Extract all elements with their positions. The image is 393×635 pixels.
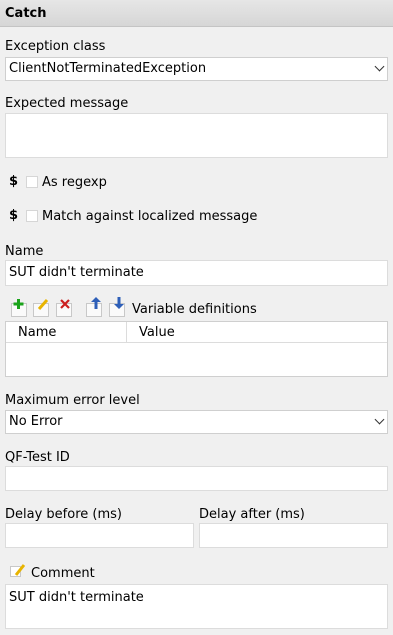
qftest-id-value (6, 473, 9, 488)
edit-icon (37, 299, 49, 310)
add-row-button[interactable] (11, 299, 27, 317)
expected-message-value (6, 120, 9, 135)
column-divider[interactable] (126, 322, 127, 343)
comment-edit-icon[interactable] (10, 563, 26, 579)
qftest-id-field[interactable] (5, 466, 388, 491)
delay-after-value (200, 530, 203, 545)
exception-class-label: Exception class (5, 39, 106, 54)
as-regexp-label: As regexp (42, 175, 107, 190)
table-header: Name Value (6, 322, 387, 343)
delete-row-button[interactable] (56, 299, 72, 317)
move-up-button[interactable] (86, 297, 102, 317)
dollar-icon: $ (9, 208, 19, 223)
delete-icon (60, 299, 70, 309)
comment-value: SUT didn't terminate (9, 590, 144, 605)
exception-class-select[interactable]: ClientNotTerminatedException (5, 57, 388, 81)
as-regexp-checkbox[interactable] (26, 176, 38, 188)
edit-row-button[interactable] (33, 299, 49, 317)
name-value: SUT didn't terminate (9, 265, 144, 280)
match-localized-label: Match against localized message (42, 209, 258, 224)
name-field[interactable]: SUT didn't terminate (5, 260, 388, 286)
dollar-icon: $ (9, 174, 19, 189)
delay-before-value (6, 530, 9, 545)
expected-message-label: Expected message (5, 96, 129, 111)
delay-before-label: Delay before (ms) (5, 507, 122, 522)
variable-definitions-label: Variable definitions (132, 302, 257, 317)
exception-class-value: ClientNotTerminatedException (9, 61, 207, 76)
delay-after-label: Delay after (ms) (199, 507, 305, 522)
chevron-down-icon (374, 414, 385, 425)
delay-before-field[interactable] (5, 523, 194, 548)
column-header-name[interactable]: Name (18, 322, 56, 343)
delay-after-field[interactable] (199, 523, 388, 548)
column-header-value[interactable]: Value (139, 322, 175, 343)
max-error-level-label: Maximum error level (5, 393, 140, 408)
expected-message-field[interactable] (5, 113, 388, 158)
panel-title: Catch (0, 0, 393, 27)
move-up-icon (91, 297, 101, 309)
qftest-id-label: QF-Test ID (5, 450, 70, 465)
match-localized-checkbox[interactable] (26, 210, 38, 222)
comment-label: Comment (31, 566, 95, 581)
name-label: Name (5, 244, 44, 259)
chevron-down-icon (374, 61, 385, 72)
add-icon (13, 299, 24, 309)
move-down-icon (114, 297, 124, 309)
max-error-level-select[interactable]: No Error (5, 410, 388, 434)
move-down-button[interactable] (109, 297, 125, 317)
variables-table[interactable]: Name Value (5, 321, 388, 377)
pencil-icon (14, 564, 26, 576)
max-error-level-value: No Error (9, 414, 63, 429)
comment-field[interactable]: SUT didn't terminate (5, 584, 388, 629)
